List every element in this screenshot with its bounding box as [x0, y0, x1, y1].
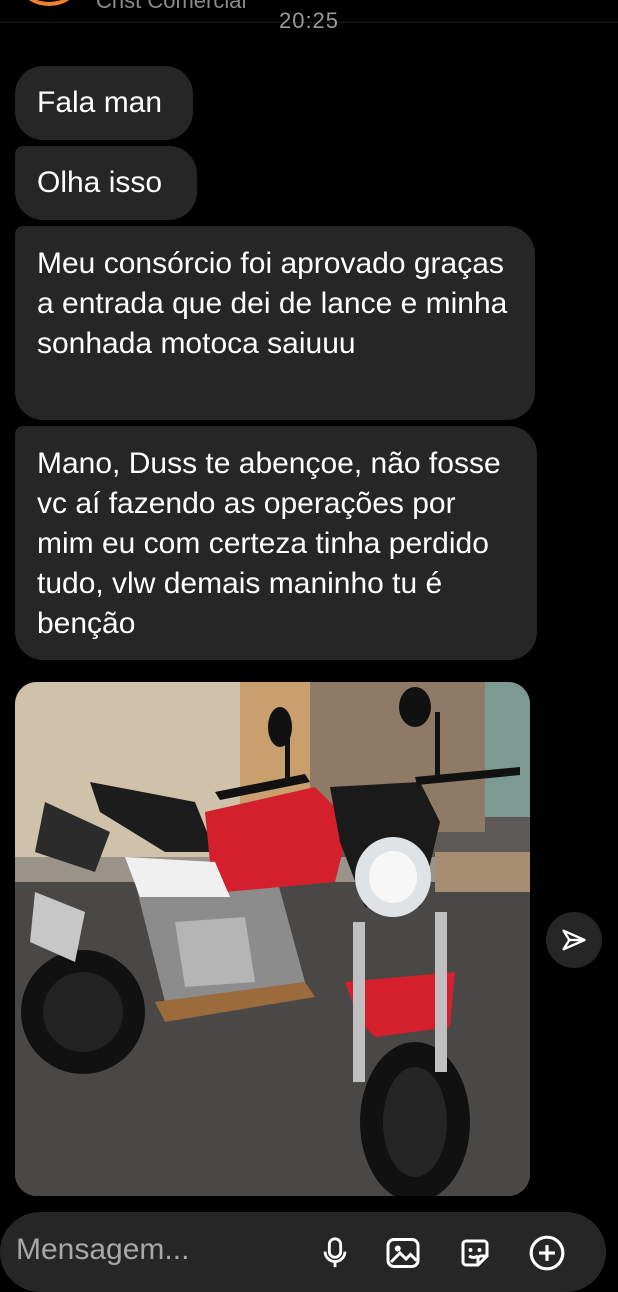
message-bubble[interactable]: Olha isso — [15, 146, 197, 220]
send-icon — [562, 929, 586, 951]
message-photo[interactable] — [15, 682, 530, 1196]
gallery-icon[interactable] — [382, 1232, 424, 1274]
sticker-icon[interactable] — [454, 1232, 496, 1274]
plus-icon[interactable] — [526, 1232, 568, 1274]
message-input[interactable] — [16, 1230, 276, 1270]
message-bubble[interactable]: Fala man — [15, 66, 193, 140]
message-bubble[interactable]: Meu consórcio foi aprovado graças a entr… — [15, 226, 535, 420]
share-button[interactable] — [546, 912, 602, 968]
motorcycle-photo — [15, 682, 530, 1196]
message-composer — [0, 1212, 606, 1292]
avatar[interactable] — [22, 0, 76, 6]
message-bubble[interactable]: Mano, Duss te abençoe, não fosse vc aí f… — [15, 426, 537, 660]
timestamp: 20:25 — [278, 8, 340, 33]
microphone-icon[interactable] — [314, 1232, 356, 1274]
